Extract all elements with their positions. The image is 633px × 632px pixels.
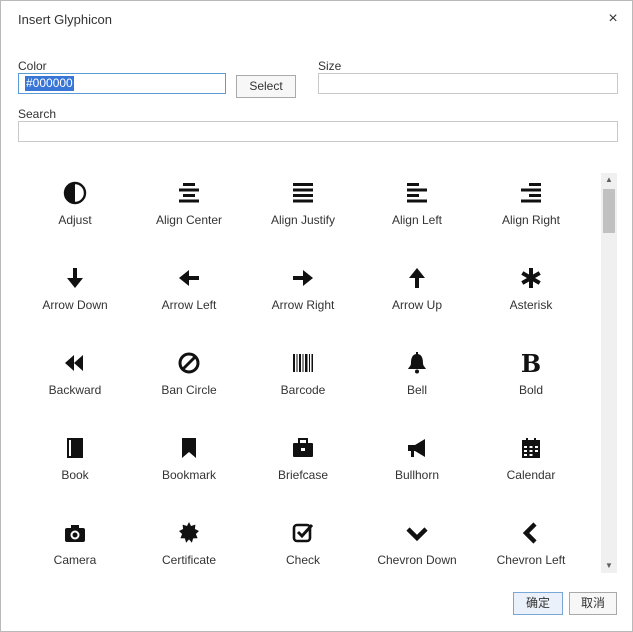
align-right-icon	[521, 183, 541, 203]
glyph-label: Backward	[48, 383, 102, 397]
glyph-cell-bold[interactable]: B Bold	[474, 351, 588, 431]
glyph-label: Briefcase	[277, 468, 329, 482]
glyph-cell-bullhorn[interactable]: Bullhorn	[360, 436, 474, 516]
book-icon	[67, 438, 83, 458]
arrow-down-icon	[67, 268, 83, 288]
glyph-cell-camera[interactable]: Camera	[18, 521, 132, 573]
search-label: Search	[18, 107, 57, 121]
backward-icon	[65, 355, 83, 371]
align-center-icon	[179, 183, 199, 203]
glyph-cell-chevron-down[interactable]: Chevron Down	[360, 521, 474, 573]
arrow-left-icon	[179, 270, 199, 286]
glyph-label: Barcode	[280, 383, 326, 397]
glyph-label: Align Center	[155, 213, 223, 227]
glyph-cell-adjust[interactable]: Adjust	[18, 181, 132, 261]
calendar-icon	[522, 438, 540, 458]
glyph-cell-book[interactable]: Book	[18, 436, 132, 516]
glyph-label: Align Left	[391, 213, 443, 227]
adjust-icon	[63, 181, 87, 205]
glyph-cell-align-center[interactable]: Align Center	[132, 181, 246, 261]
glyph-label: Chevron Left	[496, 553, 566, 567]
bookmark-icon	[182, 438, 196, 458]
barcode-icon	[293, 354, 313, 372]
glyph-cell-bookmark[interactable]: Bookmark	[132, 436, 246, 516]
glyph-cell-calendar[interactable]: Calendar	[474, 436, 588, 516]
dialog-title: Insert Glyphicon	[18, 12, 112, 27]
bullhorn-icon	[408, 439, 425, 457]
glyph-label: Bullhorn	[394, 468, 440, 482]
glyph-cell-arrow-left[interactable]: Arrow Left	[132, 266, 246, 346]
chevron-left-icon	[522, 522, 537, 544]
glyph-cell-asterisk[interactable]: Asterisk	[474, 266, 588, 346]
glyph-grid-scrollbar[interactable]: ▲ ▼	[601, 173, 617, 573]
glyph-cell-bell[interactable]: Bell	[360, 351, 474, 431]
cancel-button[interactable]: 取消	[569, 592, 617, 615]
briefcase-icon	[293, 438, 313, 457]
glyph-label: Bookmark	[161, 468, 217, 482]
glyph-cell-arrow-up[interactable]: Arrow Up	[360, 266, 474, 346]
size-input[interactable]	[318, 73, 618, 94]
arrow-right-icon	[293, 270, 313, 286]
camera-icon	[65, 525, 85, 542]
glyph-cell-backward[interactable]: Backward	[18, 351, 132, 431]
glyph-cell-briefcase[interactable]: Briefcase	[246, 436, 360, 516]
scrollbar-thumb[interactable]	[603, 189, 615, 233]
glyph-cell-align-justify[interactable]: Align Justify	[246, 181, 360, 261]
glyph-label: Check	[285, 553, 320, 567]
glyph-label: Bold	[518, 383, 544, 397]
glyph-label: Bell	[406, 383, 427, 397]
scroll-up-arrow-icon[interactable]: ▲	[601, 173, 617, 187]
certificate-icon	[179, 522, 199, 543]
scroll-down-arrow-icon[interactable]: ▼	[601, 559, 617, 573]
bell-icon	[408, 352, 426, 374]
glyph-label: Arrow Right	[271, 298, 335, 312]
glyph-cell-check[interactable]: Check	[246, 521, 360, 573]
glyph-label: Book	[61, 468, 89, 482]
arrow-up-icon	[409, 268, 425, 288]
close-button[interactable]: ×	[605, 11, 621, 27]
select-color-button[interactable]: Select	[236, 75, 296, 98]
color-label: Color	[18, 59, 47, 73]
glyph-label: Adjust	[58, 213, 92, 227]
glyph-label: Ban Circle	[161, 383, 217, 397]
glyph-label: Camera	[53, 553, 97, 567]
glyph-cell-arrow-right[interactable]: Arrow Right	[246, 266, 360, 346]
glyph-cell-align-right[interactable]: Align Right	[474, 181, 588, 261]
glyph-label: Align Justify	[270, 213, 336, 227]
glyph-grid: Adjust Align Center Align Justify Align Lef…	[18, 173, 617, 573]
glyph-label: Arrow Down	[42, 298, 108, 312]
ok-button[interactable]: 确定	[513, 592, 563, 615]
glyph-label: Calendar	[506, 468, 556, 482]
glyph-label: Certificate	[161, 553, 217, 567]
glyph-cell-chevron-left[interactable]: Chevron Left	[474, 521, 588, 573]
glyph-label: Align Right	[501, 213, 561, 227]
glyph-cell-barcode[interactable]: Barcode	[246, 351, 360, 431]
svg-text:B: B	[521, 351, 541, 375]
align-justify-icon	[293, 183, 313, 203]
chevron-down-icon	[406, 527, 428, 542]
glyph-cell-certificate[interactable]: Certificate	[132, 521, 246, 573]
size-label: Size	[318, 59, 342, 73]
insert-glyphicon-dialog: Insert Glyphicon × Color #000000 Select …	[0, 0, 633, 632]
glyph-label: Asterisk	[509, 298, 553, 312]
glyph-label: Arrow Left	[161, 298, 217, 312]
align-left-icon	[407, 183, 427, 203]
glyph-cell-align-left[interactable]: Align Left	[360, 181, 474, 261]
bold-icon: B	[521, 351, 541, 375]
asterisk-icon	[521, 268, 541, 288]
glyph-label: Arrow Up	[391, 298, 442, 312]
glyph-cell-ban-circle[interactable]: Ban Circle	[132, 351, 246, 431]
color-input-value: #000000	[25, 76, 74, 91]
ban-circle-icon	[178, 352, 200, 374]
glyph-label: Chevron Down	[377, 553, 457, 567]
glyph-cell-arrow-down[interactable]: Arrow Down	[18, 266, 132, 346]
search-input[interactable]	[18, 121, 618, 142]
check-icon	[292, 523, 314, 543]
